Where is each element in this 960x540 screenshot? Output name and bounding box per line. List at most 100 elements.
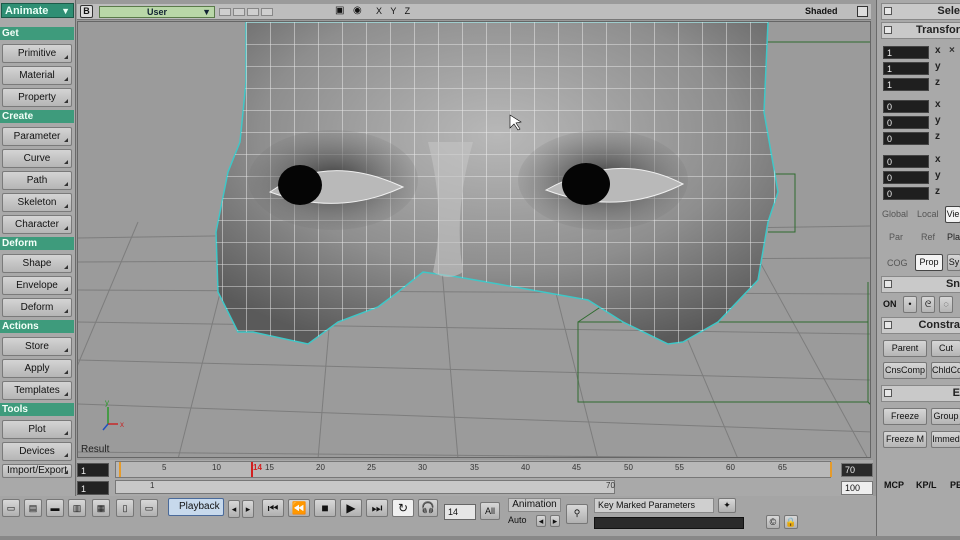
maximize-icon[interactable] <box>857 6 868 17</box>
timeline-end-field[interactable]: 70 <box>841 463 873 477</box>
range-slider[interactable]: 1 70 <box>115 480 615 494</box>
layout-grid-icon[interactable]: ▦ <box>92 499 110 517</box>
section-actions[interactable]: Actions <box>0 320 74 333</box>
group-button[interactable]: Group <box>931 408 960 425</box>
apply-button[interactable]: Apply <box>2 359 72 378</box>
translate-z-field[interactable]: 0 <box>883 187 929 200</box>
step-back-icon[interactable]: ⏪ <box>288 499 310 517</box>
timeline-start-field[interactable]: 1 <box>77 463 109 477</box>
layout-icon-4[interactable]: ▥ <box>68 499 86 517</box>
section-deform[interactable]: Deform <box>0 237 74 250</box>
prev-key-icon[interactable]: ◂ <box>536 515 546 527</box>
expand-icon[interactable] <box>884 321 892 329</box>
ref-toggle[interactable]: Ref <box>921 232 935 242</box>
expand-icon[interactable] <box>884 389 892 397</box>
prev-frame-icon[interactable]: ◂ <box>228 500 240 518</box>
parent-button[interactable]: Parent <box>883 340 927 357</box>
snap-on-toggle[interactable]: ON <box>883 299 897 309</box>
mode-dropdown[interactable]: Animate ▼ <box>1 3 74 18</box>
rotate-z-field[interactable]: 0 <box>883 132 929 145</box>
go-to-end-icon[interactable]: ⏭ <box>366 499 388 517</box>
go-to-start-icon[interactable]: ⏮ <box>262 499 284 517</box>
rotate-y-field[interactable]: 0 <box>883 116 929 129</box>
eye-icon[interactable]: ◉ <box>353 5 362 16</box>
layout-icon-3[interactable]: ▬ <box>46 499 64 517</box>
range-end-marker[interactable] <box>830 462 832 477</box>
material-button[interactable]: Material <box>2 66 72 85</box>
import-export-button[interactable]: Import/Export <box>2 464 72 478</box>
devices-button[interactable]: Devices <box>2 442 72 461</box>
layout-icon-6[interactable]: ▯ <box>116 499 134 517</box>
sym-toggle[interactable]: Sy <box>947 254 960 271</box>
current-frame-field[interactable]: 14 <box>444 504 476 520</box>
all-button[interactable]: All <box>480 502 500 520</box>
property-button[interactable]: Property <box>2 88 72 107</box>
layout-icon-1[interactable]: ▭ <box>2 499 20 517</box>
snap-point-icon[interactable]: • <box>903 296 917 313</box>
snap-grid-icon[interactable]: ◌ <box>939 296 953 313</box>
character-button[interactable]: Character <box>2 215 72 234</box>
view-toggle[interactable]: Vie <box>945 206 960 223</box>
global-toggle[interactable]: Global <box>882 209 908 219</box>
prop-toggle[interactable]: Prop <box>915 254 943 271</box>
translate-y-field[interactable]: 0 <box>883 171 929 184</box>
copy-key-icon[interactable]: © <box>766 515 780 529</box>
layout-icon-2[interactable]: ▤ <box>24 499 42 517</box>
local-toggle[interactable]: Local <box>917 209 939 219</box>
scale-close-icon[interactable]: × <box>949 45 960 57</box>
animation-menu[interactable]: Animation <box>508 498 561 512</box>
primitive-button[interactable]: Primitive <box>2 44 72 63</box>
view-slot-1[interactable] <box>219 8 231 16</box>
edit-header[interactable]: E <box>881 385 960 402</box>
expand-icon[interactable] <box>884 26 892 34</box>
envelope-button[interactable]: Envelope <box>2 276 72 295</box>
select-header[interactable]: Sele <box>881 3 960 20</box>
playback-menu-button[interactable]: Playback <box>168 498 224 516</box>
plane-toggle[interactable]: Pla <box>947 232 960 242</box>
cut-button[interactable]: Cut <box>931 340 960 357</box>
expand-icon[interactable] <box>884 280 892 288</box>
view-slot-3[interactable] <box>247 8 259 16</box>
deform-button[interactable]: Deform <box>2 298 72 317</box>
face-mesh[interactable] <box>215 22 779 345</box>
loop-icon[interactable]: ↻ <box>392 499 414 517</box>
store-button[interactable]: Store <box>2 337 72 356</box>
view-slot-4[interactable] <box>261 8 273 16</box>
snap-curve-icon[interactable]: ᘓ <box>921 296 935 313</box>
parameter-button[interactable]: Parameter <box>2 127 72 146</box>
freeze-button[interactable]: Freeze <box>883 408 927 425</box>
translate-x-field[interactable]: 0 <box>883 155 929 168</box>
freeze-m-button[interactable]: Freeze M <box>883 431 927 448</box>
par-toggle[interactable]: Par <box>889 232 903 242</box>
view-slot-2[interactable] <box>233 8 245 16</box>
range-start-field[interactable]: 1 <box>77 481 109 495</box>
camera-menu-button[interactable]: B <box>80 5 93 18</box>
cog-toggle[interactable]: COG <box>887 258 908 268</box>
scale-z-field[interactable]: 1 <box>883 78 929 91</box>
audio-icon[interactable]: 🎧 <box>418 499 438 517</box>
path-button[interactable]: Path <box>2 171 72 190</box>
display-mode-menu[interactable]: Shaded <box>805 6 838 16</box>
layout-icon-7[interactable]: ▭ <box>140 499 158 517</box>
next-frame-icon[interactable]: ▸ <box>242 500 254 518</box>
transform-header[interactable]: Transfor <box>881 22 960 39</box>
key-icon[interactable]: ⚲ <box>566 504 588 524</box>
tab-kpl[interactable]: KP/L <box>916 480 937 490</box>
cnscomp-button[interactable]: CnsComp <box>883 362 927 379</box>
next-key-icon[interactable]: ▸ <box>550 515 560 527</box>
range-start-marker[interactable] <box>119 462 121 477</box>
snap-header[interactable]: Sn <box>881 276 960 293</box>
camera-icon[interactable]: ▣ <box>335 5 344 16</box>
plot-button[interactable]: Plot <box>2 420 72 439</box>
scale-x-field[interactable]: 1 <box>883 46 929 59</box>
immed-button[interactable]: Immed <box>931 431 960 448</box>
axis-buttons[interactable]: X Y Z <box>376 6 413 16</box>
3d-viewport[interactable]: y x Result <box>77 21 871 458</box>
curve-button[interactable]: Curve <box>2 149 72 168</box>
stop-icon[interactable]: ■ <box>314 499 336 517</box>
range-end-field[interactable]: 100 <box>841 481 873 495</box>
lock-icon[interactable]: 🔒 <box>784 515 798 529</box>
view-mode-dropdown[interactable]: User ▼ <box>99 6 215 18</box>
tab-pe[interactable]: PE <box>950 480 960 490</box>
key-marked-parameters-button[interactable]: Key Marked Parameters <box>594 498 714 513</box>
